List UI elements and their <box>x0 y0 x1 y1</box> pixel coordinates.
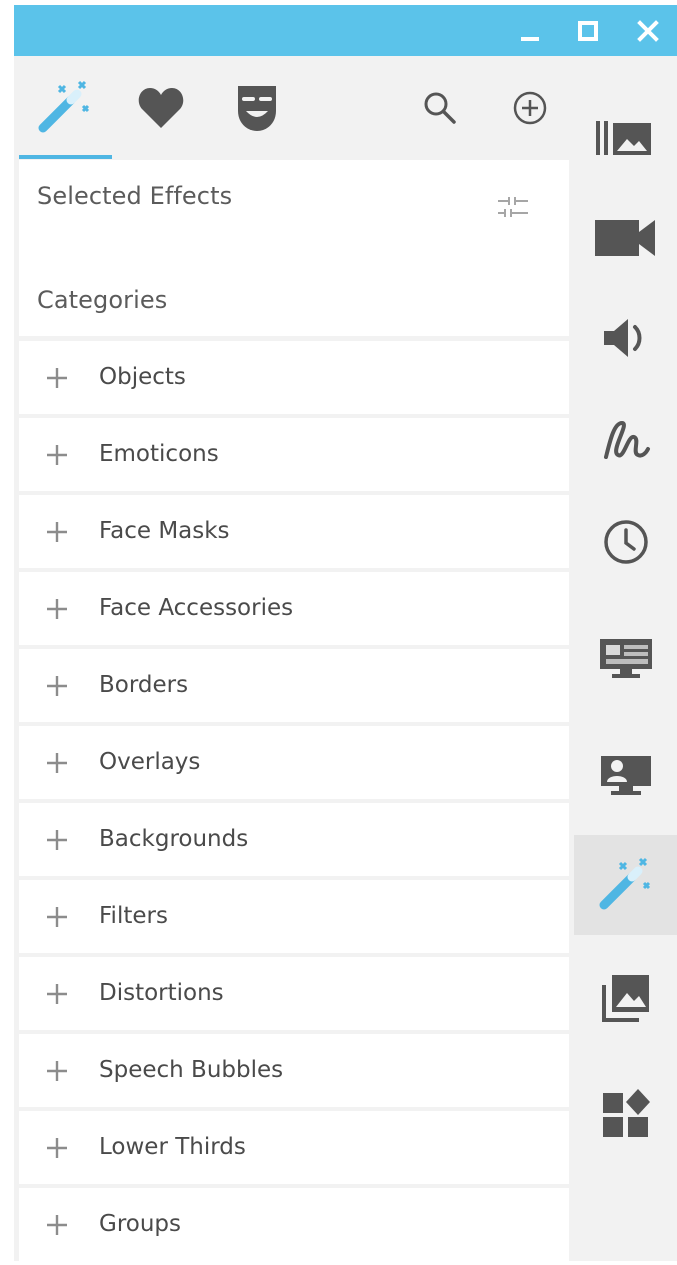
magic-wand-icon <box>599 857 650 910</box>
selected-effects-title: Selected Effects <box>37 182 233 210</box>
selected-effects-section: Selected Effects Categories <box>19 160 569 336</box>
category-label: Backgrounds <box>99 826 249 852</box>
category-item-borders[interactable]: Borders <box>19 649 569 722</box>
doodle-icon <box>603 420 650 459</box>
expand-plus-icon <box>47 445 67 465</box>
tools-sidebar <box>574 60 677 1256</box>
category-item-face-accessories[interactable]: Face Accessories <box>19 572 569 645</box>
expand-plus-icon <box>47 1138 67 1158</box>
close-icon <box>637 19 659 42</box>
category-label: Emoticons <box>99 441 219 467</box>
categories-list: Objects Emoticons Face Masks Face Access… <box>19 341 569 1265</box>
sidebar-item-camera[interactable] <box>574 188 677 288</box>
sidebar-item-annotations[interactable] <box>574 390 677 490</box>
effects-panel: Selected Effects Categories Objects Emot… <box>19 60 569 1261</box>
category-label: Speech Bubbles <box>99 1057 284 1083</box>
category-item-filters[interactable]: Filters <box>19 880 569 953</box>
expand-plus-icon <box>47 984 67 1004</box>
expand-plus-icon <box>47 1215 67 1235</box>
speaker-icon <box>603 319 641 357</box>
sidebar-item-timing[interactable] <box>574 492 677 592</box>
heart-icon <box>138 88 184 128</box>
category-label: Face Masks <box>99 518 230 544</box>
expand-plus-icon <box>47 676 67 696</box>
category-label: Groups <box>99 1211 182 1237</box>
active-tab-indicator <box>19 155 112 159</box>
widgets-icon <box>602 1089 650 1137</box>
category-label: Lower Thirds <box>99 1134 246 1160</box>
category-item-emoticons[interactable]: Emoticons <box>19 418 569 491</box>
filter-sliders-icon[interactable] <box>497 196 529 218</box>
minimize-icon <box>521 36 539 41</box>
search-button[interactable] <box>412 76 468 140</box>
media-library-icon <box>595 121 651 155</box>
category-label: Face Accessories <box>99 595 294 621</box>
category-label: Overlays <box>99 749 201 775</box>
magic-wand-icon <box>38 80 90 133</box>
video-camera-icon <box>594 220 655 256</box>
category-label: Filters <box>99 903 168 929</box>
maximize-button[interactable] <box>566 5 610 56</box>
expand-plus-icon <box>47 368 67 388</box>
expand-plus-icon <box>47 753 67 773</box>
expand-plus-icon <box>47 830 67 850</box>
sidebar-item-images[interactable] <box>574 948 677 1048</box>
maximize-icon <box>578 20 598 41</box>
sidebar-item-widgets[interactable] <box>574 1064 677 1164</box>
tab-masks[interactable] <box>225 76 289 140</box>
search-icon <box>424 92 456 124</box>
category-label: Distortions <box>99 980 224 1006</box>
theater-mask-icon <box>238 86 276 131</box>
category-item-groups[interactable]: Groups <box>19 1188 569 1261</box>
add-circle-icon <box>513 91 547 125</box>
screen-record-icon <box>599 639 652 678</box>
category-item-objects[interactable]: Objects <box>19 341 569 414</box>
clock-icon <box>603 520 648 564</box>
webcam-presenter-icon <box>600 756 651 795</box>
title-bar[interactable] <box>14 5 677 56</box>
tab-effects[interactable] <box>33 76 97 140</box>
category-item-distortions[interactable]: Distortions <box>19 957 569 1030</box>
sidebar-item-audio[interactable] <box>574 288 677 388</box>
sidebar-item-presenter[interactable] <box>574 724 677 824</box>
sidebar-item-media-library[interactable] <box>574 88 677 188</box>
image-stack-icon <box>601 975 649 1022</box>
expand-plus-icon <box>47 907 67 927</box>
add-effect-button[interactable] <box>502 76 558 140</box>
category-item-speech-bubbles[interactable]: Speech Bubbles <box>19 1034 569 1107</box>
categories-title: Categories <box>37 286 168 314</box>
sidebar-item-effects[interactable] <box>574 835 677 935</box>
category-item-overlays[interactable]: Overlays <box>19 726 569 799</box>
category-label: Borders <box>99 672 189 698</box>
category-item-face-masks[interactable]: Face Masks <box>19 495 569 568</box>
effects-window: Selected Effects Categories Objects Emot… <box>14 5 677 1261</box>
category-item-backgrounds[interactable]: Backgrounds <box>19 803 569 876</box>
expand-plus-icon <box>47 1061 67 1081</box>
category-label: Objects <box>99 364 186 390</box>
expand-plus-icon <box>47 522 67 542</box>
sidebar-item-screen[interactable] <box>574 608 677 708</box>
tab-favorites[interactable] <box>129 76 193 140</box>
expand-plus-icon <box>47 599 67 619</box>
close-button[interactable] <box>626 5 670 56</box>
effects-tab-bar <box>19 60 569 160</box>
category-item-lower-thirds[interactable]: Lower Thirds <box>19 1111 569 1184</box>
minimize-button[interactable] <box>508 5 552 56</box>
